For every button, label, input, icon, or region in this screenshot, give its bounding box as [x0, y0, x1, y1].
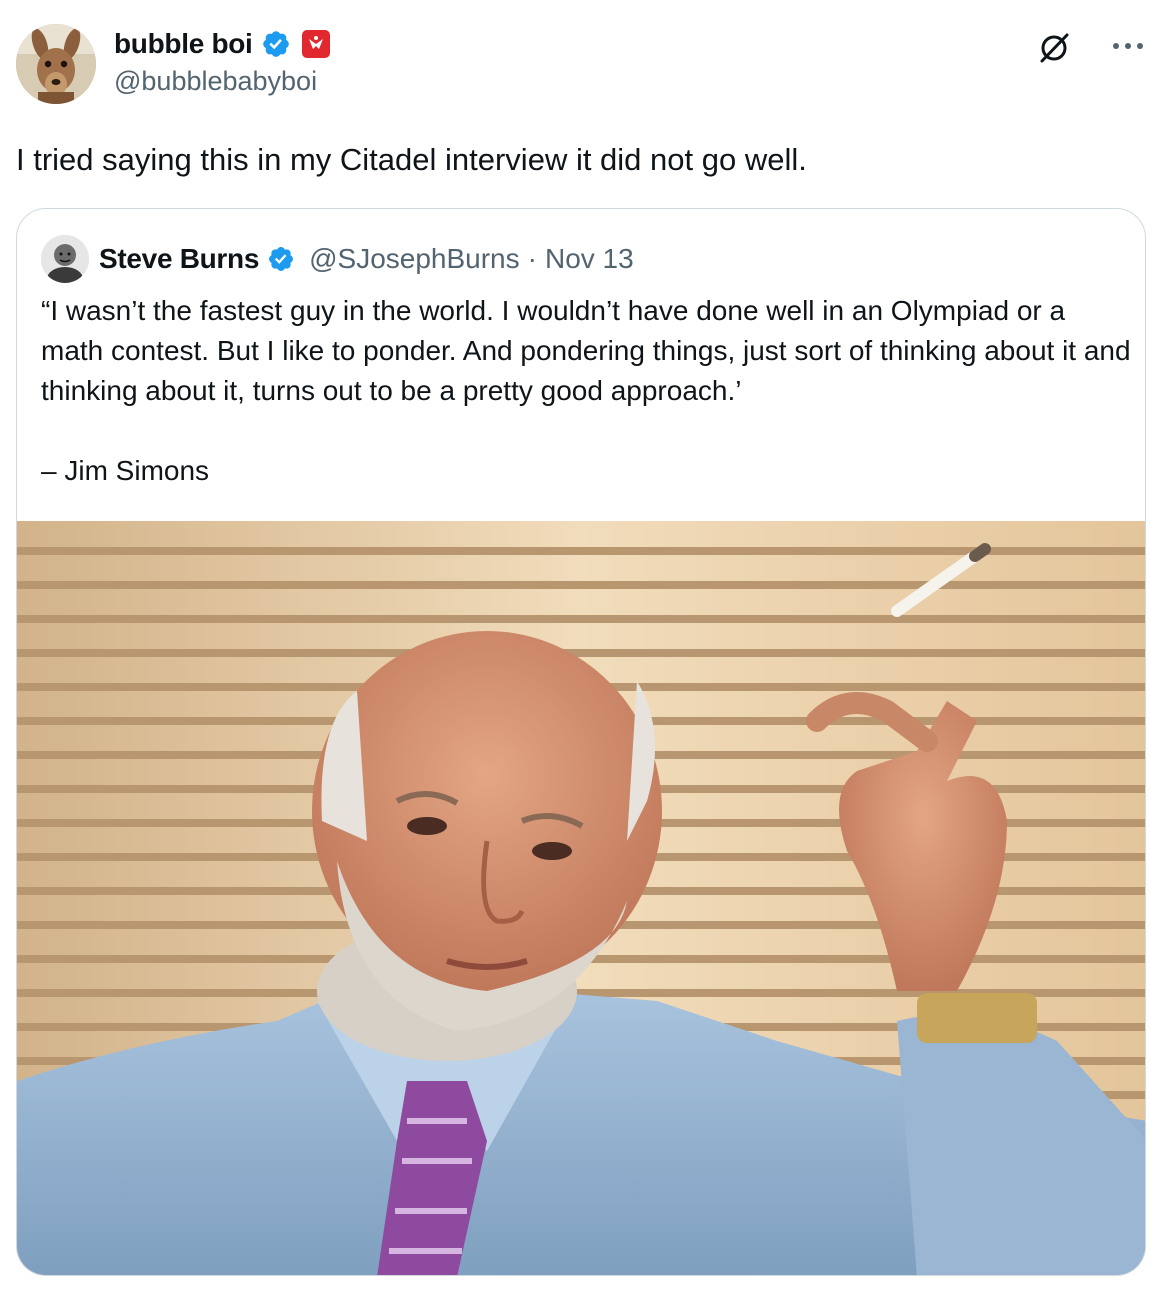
quoted-tweet-card[interactable]: Steve Burns @SJosephBurns · Nov 13 “I wa…	[16, 208, 1146, 1276]
tweet-text: I tried saying this in my Citadel interv…	[16, 142, 807, 177]
grok-button[interactable]	[1034, 28, 1074, 68]
quote-attribution: – Jim Simons	[41, 455, 210, 486]
author-avatar[interactable]	[16, 24, 96, 104]
quoted-header: Steve Burns @SJosephBurns · Nov 13	[99, 239, 634, 279]
quoted-author-name: Steve Burns	[99, 243, 260, 274]
affiliate-badge-icon[interactable]	[301, 29, 331, 59]
tweet: bubble boi @bubblebabyboi I tried saying…	[0, 0, 1168, 1294]
author-handle[interactable]: @bubblebabyboi	[114, 66, 317, 97]
verified-badge-icon[interactable]	[261, 29, 291, 59]
separator-dot: ·	[527, 243, 537, 274]
quote-body: “I wasn’t the fastest guy in the world. …	[41, 295, 1131, 406]
author-name[interactable]: bubble boi	[114, 28, 253, 60]
quoted-photo[interactable]	[17, 521, 1145, 1275]
kangaroo-avatar-icon	[16, 24, 96, 104]
person-avatar-icon	[41, 235, 89, 283]
quoted-author-avatar	[41, 235, 89, 283]
more-options-button[interactable]	[1108, 30, 1148, 62]
grok-icon	[1040, 33, 1069, 63]
quoted-text: “I wasn’t the fastest guy in the world. …	[41, 291, 1131, 491]
quoted-date: Nov 13	[544, 243, 634, 274]
author-name-row: bubble boi	[114, 26, 331, 62]
quoted-verified-badge-icon	[267, 245, 295, 273]
quoted-author-handle: @SJosephBurns	[309, 243, 520, 274]
more-dots-icon	[1113, 43, 1143, 49]
photo-man-with-cigarette-icon	[17, 521, 1145, 1275]
